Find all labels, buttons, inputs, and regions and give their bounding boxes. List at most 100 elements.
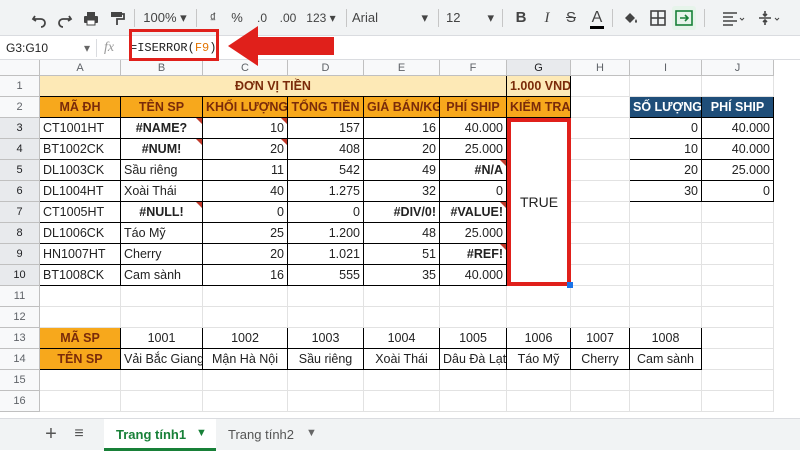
row-header-11[interactable]: 11 [0, 286, 40, 307]
cell[interactable] [288, 370, 364, 391]
column-header-b[interactable]: B [121, 60, 203, 76]
order-cell[interactable]: HN1007HT [40, 244, 121, 265]
cell[interactable] [571, 265, 630, 286]
row-header-5[interactable]: 5 [0, 160, 40, 181]
cell[interactable] [702, 349, 774, 370]
cell[interactable] [364, 391, 440, 412]
row-header-4[interactable]: 4 [0, 139, 40, 160]
cell[interactable] [121, 370, 203, 391]
order-cell[interactable]: 48 [364, 223, 440, 244]
cell[interactable] [630, 223, 702, 244]
order-cell[interactable]: 40.000 [440, 265, 507, 286]
product-name[interactable]: Cherry [571, 349, 630, 370]
cell[interactable] [571, 202, 630, 223]
order-cell[interactable]: 0 [440, 181, 507, 202]
cell[interactable] [40, 391, 121, 412]
order-cell[interactable]: Cam sành [121, 265, 203, 286]
order-cell[interactable]: 51 [364, 244, 440, 265]
order-cell[interactable]: 10 [203, 118, 288, 139]
cell[interactable] [630, 202, 702, 223]
borders-icon[interactable] [648, 6, 668, 30]
row-header-7[interactable]: 7 [0, 202, 40, 223]
order-cell[interactable]: BT1008CK [40, 265, 121, 286]
cell[interactable] [40, 286, 121, 307]
product-code[interactable]: 1004 [364, 328, 440, 349]
strikethrough-button[interactable]: S [562, 6, 580, 30]
product-code[interactable]: 1006 [507, 328, 571, 349]
product-name[interactable]: Sầu riêng [288, 349, 364, 370]
row-header-13[interactable]: 13 [0, 328, 40, 349]
cell[interactable] [702, 76, 774, 97]
cell[interactable] [203, 391, 288, 412]
cell[interactable] [702, 328, 774, 349]
cell[interactable] [571, 391, 630, 412]
row-header-12[interactable]: 12 [0, 307, 40, 328]
order-cell[interactable]: 1.200 [288, 223, 364, 244]
cell[interactable] [440, 307, 507, 328]
chevron-down-icon[interactable]: ▼ [306, 427, 317, 439]
cell[interactable] [203, 286, 288, 307]
chevron-down-icon[interactable]: ▼ [196, 427, 207, 439]
cell[interactable] [630, 244, 702, 265]
column-header-i[interactable]: I [630, 60, 702, 76]
product-name[interactable]: Cam sành [630, 349, 702, 370]
order-cell[interactable]: 40.000 [440, 118, 507, 139]
cell[interactable] [364, 307, 440, 328]
column-header-j[interactable]: J [702, 60, 774, 76]
undo-icon[interactable] [30, 6, 48, 30]
cell[interactable] [571, 118, 630, 139]
row-header-14[interactable]: 14 [0, 349, 40, 370]
cell[interactable] [507, 391, 571, 412]
order-cell[interactable]: CT1005HT [40, 202, 121, 223]
font-size-select[interactable]: 12 ▾ [446, 6, 496, 30]
cell[interactable] [121, 391, 203, 412]
add-sheet-button[interactable]: + [40, 423, 62, 445]
italic-button[interactable]: I [538, 6, 556, 30]
column-header-f[interactable]: F [440, 60, 507, 76]
cell[interactable] [630, 391, 702, 412]
fill-handle[interactable] [567, 282, 573, 288]
cell[interactable] [440, 391, 507, 412]
order-cell[interactable]: CT1001HT [40, 118, 121, 139]
vertical-align-icon[interactable] [756, 6, 784, 30]
cell[interactable] [571, 76, 630, 97]
select-all-corner[interactable] [0, 60, 40, 76]
order-cell[interactable]: #NUM! [121, 139, 203, 160]
paint-format-icon[interactable] [108, 6, 126, 30]
horizontal-align-icon[interactable] [720, 6, 748, 30]
row-header-2[interactable]: 2 [0, 97, 40, 118]
tab-sheet2[interactable]: Trang tính2 ▼ [218, 419, 326, 451]
ship-cell[interactable]: 30 [630, 181, 702, 202]
order-cell[interactable]: #REF! [440, 244, 507, 265]
column-header-a[interactable]: A [40, 60, 121, 76]
currency-button[interactable]: ₫ [204, 6, 222, 30]
cell[interactable] [702, 307, 774, 328]
order-cell[interactable]: BT1002CK [40, 139, 121, 160]
cell[interactable] [364, 370, 440, 391]
font-select[interactable]: Arial ▾ [352, 6, 432, 30]
order-cell[interactable]: 20 [203, 244, 288, 265]
order-cell[interactable]: DL1006CK [40, 223, 121, 244]
row-header-6[interactable]: 6 [0, 181, 40, 202]
cell[interactable] [571, 97, 630, 118]
cell[interactable] [702, 265, 774, 286]
kiem-tra-merged-cell[interactable]: TRUE [507, 118, 571, 286]
product-name[interactable]: Vải Bắc Giang [121, 349, 203, 370]
row-header-16[interactable]: 16 [0, 391, 40, 412]
row-header-15[interactable]: 15 [0, 370, 40, 391]
order-cell[interactable]: Táo Mỹ [121, 223, 203, 244]
name-box[interactable]: G3:G10 ▾ [6, 39, 90, 57]
ship-cell[interactable]: 0 [702, 181, 774, 202]
cell[interactable] [571, 223, 630, 244]
order-cell[interactable]: 16 [364, 118, 440, 139]
ship-cell[interactable]: 20 [630, 160, 702, 181]
product-name[interactable]: Dâu Đà Lạt [440, 349, 507, 370]
cell[interactable] [702, 223, 774, 244]
cell[interactable] [288, 391, 364, 412]
order-cell[interactable]: 25 [203, 223, 288, 244]
product-code[interactable]: 1003 [288, 328, 364, 349]
cell[interactable] [203, 307, 288, 328]
bold-button[interactable]: B [512, 6, 530, 30]
order-cell[interactable]: Xoài Thái [121, 181, 203, 202]
cell[interactable] [702, 202, 774, 223]
